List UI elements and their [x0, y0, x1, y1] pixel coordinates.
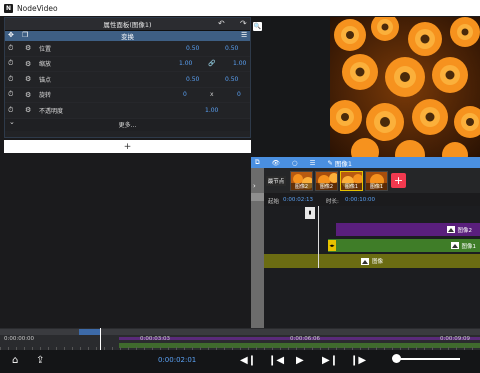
- property-value-x[interactable]: 1.00: [179, 60, 192, 67]
- node-thumbnail-selected[interactable]: 图像1: [340, 171, 363, 191]
- property-label: 锚点: [39, 76, 52, 84]
- clip-image2[interactable]: 图像2: [336, 223, 480, 236]
- more-button[interactable]: ⌄ 更多...: [5, 118, 250, 131]
- ruler-time-0: 0:00:00:00: [4, 336, 35, 342]
- prev-keyframe-icon[interactable]: ◀❙: [240, 355, 256, 366]
- skip-forward-icon[interactable]: ▶❙: [322, 355, 338, 366]
- edit-icon[interactable]: ✎: [327, 159, 332, 167]
- ruler-playhead[interactable]: [100, 328, 101, 350]
- property-row-rotation: ⏱ ⚙ 旋转 0 x 0: [5, 88, 250, 103]
- timeline-toolbar: ⧉ 👁 ○ ☰ ✎ 图像1: [251, 157, 480, 168]
- preview-background: [251, 17, 330, 157]
- settings-icon[interactable]: ⚙: [25, 75, 31, 83]
- home-icon[interactable]: ⌂: [12, 355, 18, 366]
- clip-trim-handle[interactable]: ◂▸: [328, 240, 336, 251]
- share-icon[interactable]: ⇪: [36, 355, 44, 366]
- stopwatch-icon[interactable]: ⏱: [8, 59, 13, 68]
- stopwatch-icon[interactable]: ⏱: [8, 106, 13, 115]
- settings-icon[interactable]: ⚙: [25, 106, 31, 114]
- layers-icon[interactable]: ⧉: [255, 158, 260, 167]
- ruler-time-1: 0:00:03:03: [140, 336, 171, 342]
- start-value[interactable]: 0:00:02:13: [283, 197, 313, 203]
- flower-image: [330, 17, 480, 157]
- chevron-down-icon[interactable]: ⌄: [9, 118, 15, 126]
- zoom-icon[interactable]: 🔍: [253, 22, 262, 31]
- redo-icon[interactable]: ↷: [240, 19, 247, 28]
- time-info-row: 起始 0:00:02:13 时长: 0:00:10:00: [264, 195, 480, 206]
- ruler-strip: [0, 329, 480, 335]
- image-icon: [446, 226, 455, 233]
- property-row-anchor: ⏱ ⚙ 锚点 0.50 0.50: [5, 72, 250, 88]
- undo-icon[interactable]: ↶: [218, 19, 225, 28]
- start-label: 起始: [268, 199, 280, 205]
- image-icon: [360, 257, 369, 265]
- property-label: 缩放: [39, 61, 52, 69]
- stopwatch-icon[interactable]: ⏱: [8, 75, 13, 84]
- clip-image[interactable]: 图像: [264, 254, 480, 268]
- chevron-right-icon[interactable]: ›: [253, 182, 256, 190]
- property-value[interactable]: 1.00: [205, 107, 218, 114]
- more-label: 更多...: [118, 122, 137, 129]
- volume-slider-knob[interactable]: [392, 354, 401, 363]
- settings-icon[interactable]: ⚙: [25, 91, 31, 99]
- timeline-playhead[interactable]: [318, 206, 319, 268]
- ruler-time-3: 0:00:09:09: [440, 336, 471, 342]
- menu-icon[interactable]: ☰: [241, 31, 247, 39]
- property-row-position: ⏱ ⚙ 位置 0.50 0.50: [5, 41, 250, 57]
- ruler-time-2: 0:00:06:06: [290, 336, 321, 342]
- current-time: 0:00:02:01: [158, 356, 197, 364]
- ruler-selection[interactable]: [79, 329, 101, 335]
- circle-icon[interactable]: ○: [292, 159, 298, 167]
- property-value-degrees[interactable]: 0: [237, 91, 241, 98]
- transform-section-label: 变换: [121, 33, 134, 41]
- duration-value[interactable]: 0:00:10:00: [345, 197, 375, 203]
- play-icon[interactable]: ▶: [296, 355, 304, 366]
- stopwatch-icon[interactable]: ⏱: [8, 44, 13, 53]
- menu-icon[interactable]: ☰: [310, 159, 316, 167]
- move-icon[interactable]: ✥: [8, 31, 14, 39]
- duration-label: 时长:: [326, 199, 339, 205]
- skip-back-icon[interactable]: ❙◀: [268, 355, 284, 366]
- property-row-scale: ⏱ ⚙ 缩放 1.00 🔗 1.00: [5, 57, 250, 72]
- property-panel-title: 属性面板(图像1): [103, 21, 152, 29]
- property-value-x[interactable]: 0.50: [186, 76, 199, 83]
- app-logo: N: [4, 3, 13, 13]
- property-value-x[interactable]: 0.50: [186, 45, 199, 52]
- property-label: 旋转: [39, 92, 52, 100]
- node-thumbnail[interactable]: 图像2: [290, 171, 313, 191]
- property-value-y[interactable]: 0.50: [225, 76, 238, 83]
- video-preview[interactable]: [330, 17, 480, 157]
- window-titlebar: N NodeVideo: [0, 0, 480, 16]
- property-value-y[interactable]: 0.50: [225, 45, 238, 52]
- clip-image1[interactable]: 图像1: [328, 239, 480, 252]
- property-label: 位置: [39, 45, 52, 53]
- node-tag[interactable]: 最节点: [266, 176, 286, 186]
- copy-icon[interactable]: ❐: [22, 31, 28, 39]
- next-keyframe-icon[interactable]: ❙▶: [350, 355, 366, 366]
- property-row-opacity: ⏱ ⚙ 不透明度 1.00: [5, 103, 250, 119]
- scroll-handle[interactable]: [251, 193, 264, 201]
- eye-icon[interactable]: 👁: [272, 159, 280, 167]
- selected-layer-label: 图像1: [334, 159, 353, 168]
- property-panel-header: 属性面板(图像1) ↶ ↷: [5, 18, 250, 30]
- volume-slider-track[interactable]: [396, 358, 460, 360]
- settings-icon[interactable]: ⚙: [25, 44, 31, 52]
- stopwatch-icon[interactable]: ⏱: [8, 90, 13, 99]
- add-node-button[interactable]: +: [391, 173, 406, 188]
- link-icon[interactable]: 🔗: [208, 60, 215, 67]
- rotation-separator: x: [210, 91, 214, 99]
- property-value-y[interactable]: 1.00: [233, 60, 246, 67]
- clip-marker[interactable]: ▮: [305, 207, 315, 219]
- property-value-turns[interactable]: 0: [183, 91, 187, 98]
- settings-icon[interactable]: ⚙: [25, 60, 31, 68]
- add-property-button[interactable]: +: [4, 140, 251, 153]
- window-title: NodeVideo: [17, 3, 58, 13]
- property-panel: 属性面板(图像1) ↶ ↷ ✥ ❐ 变换 ☰ ⏱ ⚙ 位置 0.50 0.50 …: [4, 17, 251, 138]
- transform-section-header[interactable]: ✥ ❐ 变换 ☰: [5, 30, 250, 41]
- timeline-side-handle[interactable]: ›: [251, 168, 264, 328]
- image-icon: [450, 242, 459, 249]
- node-thumbnail[interactable]: 图像2: [315, 171, 338, 191]
- node-thumbnail[interactable]: 图像1: [365, 171, 388, 191]
- property-label: 不透明度: [39, 107, 64, 115]
